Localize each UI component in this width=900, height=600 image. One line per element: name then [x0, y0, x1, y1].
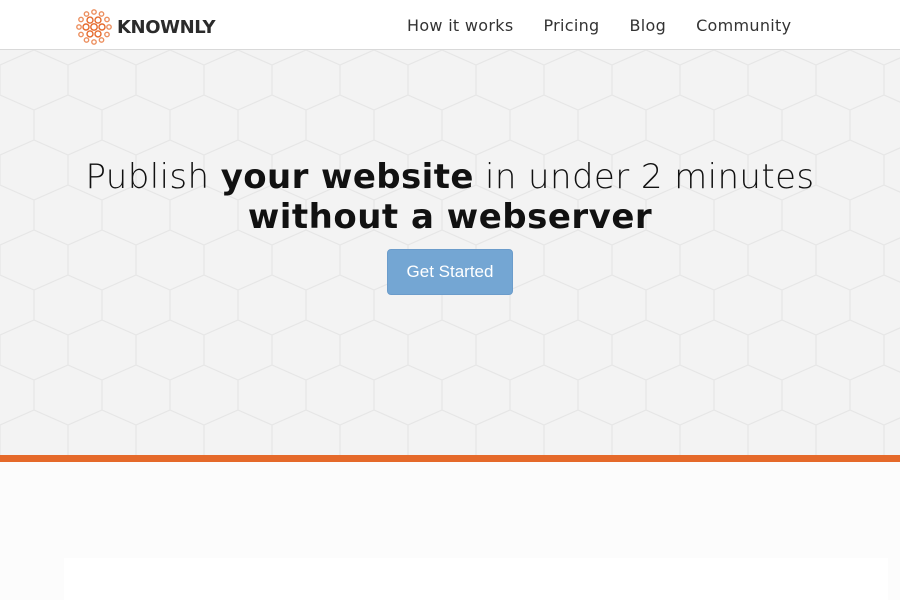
hero-heading: Publish your website in under 2 minutes …	[0, 157, 900, 237]
get-started-button[interactable]: Get Started	[387, 249, 513, 295]
hero-heading-line-2: without a webserver	[247, 197, 653, 237]
nav-link-community[interactable]: Community	[681, 16, 806, 35]
page: KNOWNLY How it works Pricing Blog Commun…	[0, 0, 900, 600]
hero-heading-text-your-website: your website	[220, 157, 474, 197]
hero-heading-line-1: Publish your website in under 2 minutes	[0, 157, 900, 197]
content-card	[64, 558, 888, 600]
hero-heading-text-in-under: in under 2 minutes	[473, 157, 815, 197]
nav-link-blog[interactable]: Blog	[614, 16, 681, 35]
nav-link-pricing[interactable]: Pricing	[528, 16, 614, 35]
knownly-hexagon-logo-icon	[76, 9, 112, 45]
top-navbar: KNOWNLY How it works Pricing Blog Commun…	[0, 0, 900, 50]
accent-divider-bar	[0, 455, 900, 462]
brand-name: KNOWNLY	[117, 16, 216, 38]
nav-link-how-it-works[interactable]: How it works	[392, 16, 528, 35]
brand-logo-link[interactable]: KNOWNLY	[75, 7, 216, 47]
main-nav: How it works Pricing Blog Community	[392, 0, 806, 50]
hero-section: Publish your website in under 2 minutes …	[0, 50, 900, 455]
hero-heading-text-publish: Publish	[85, 157, 221, 197]
lower-section	[0, 462, 900, 600]
